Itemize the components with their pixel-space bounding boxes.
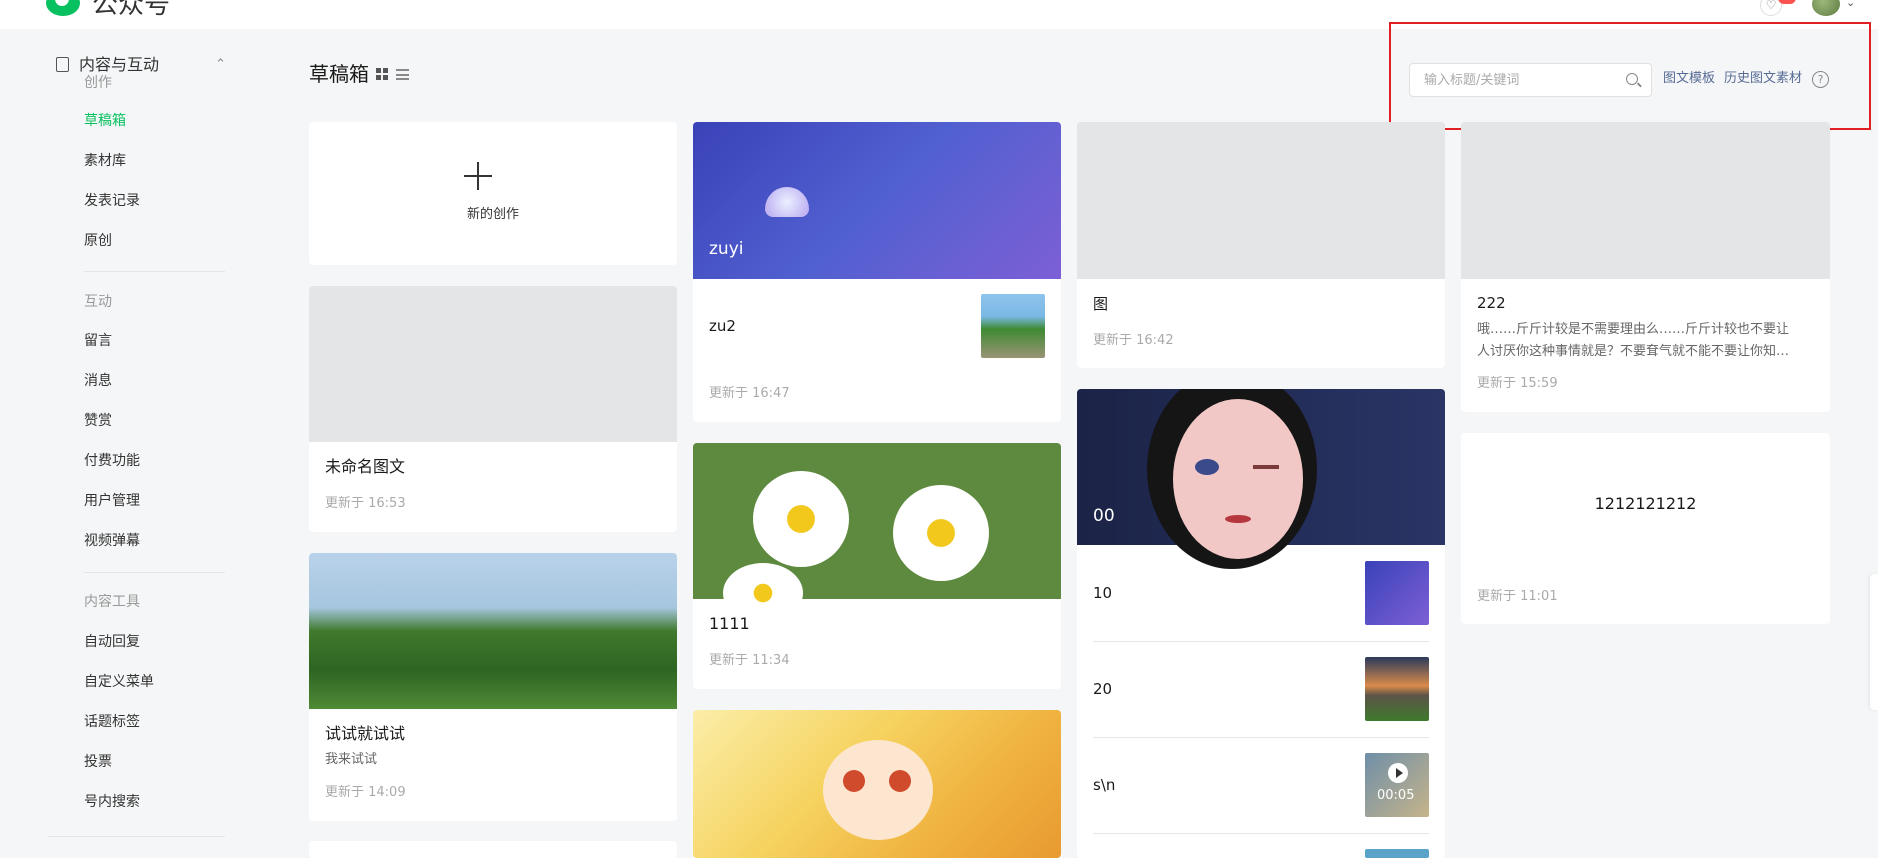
- draft-summary: 人讨厌你这种事情就是？不要耷气就不能不要让你知…: [1477, 344, 1790, 359]
- sidebar-item-publish-records[interactable]: 发表记录: [84, 191, 140, 211]
- cover-title: 00: [1093, 506, 1115, 526]
- article-thumbnail: [1365, 561, 1429, 625]
- sidebar-section-create: 创作: [84, 75, 112, 91]
- draft-summary: 哦……斤斤计较是不需要理由么……斤斤计较也不要让: [1477, 322, 1790, 337]
- new-creation-label: 新的创作: [466, 207, 519, 222]
- draft-title: 1111: [709, 614, 750, 633]
- draft-card[interactable]: [693, 710, 1061, 858]
- app-name: 公众号: [92, 0, 171, 20]
- cover-title: zuyi: [709, 239, 744, 259]
- draft-card[interactable]: 1111 更新于 11:34: [693, 443, 1061, 689]
- sidebar-item-vote[interactable]: 投票: [84, 752, 112, 772]
- draft-title: 1212121212: [1594, 494, 1697, 513]
- article-thumbnail: [1365, 849, 1429, 858]
- draft-update-time: 更新于 11:01: [1477, 589, 1558, 604]
- sidebar-item-topic-tags[interactable]: 话题标签: [84, 712, 140, 732]
- draft-update-time: 更新于 16:42: [1093, 333, 1174, 348]
- sidebar-section-content-tools: 内容工具: [84, 594, 140, 610]
- draft-title: 图: [1093, 295, 1109, 313]
- notification-badge: [1778, 0, 1796, 4]
- sidebar-item-paid-features[interactable]: 付费功能: [84, 451, 140, 471]
- bell-icon[interactable]: ♡: [1760, 0, 1782, 16]
- row-divider: [1093, 833, 1429, 834]
- sidebar-item-video-danmaku[interactable]: 视频弹幕: [84, 531, 140, 551]
- sidebar-item-appreciation[interactable]: 赞赏: [84, 411, 112, 431]
- plus-icon: [477, 162, 479, 190]
- draft-update-time: 更新于 14:09: [325, 785, 406, 800]
- draft-title: 试试就试试: [325, 724, 406, 743]
- cover-placeholder: [1077, 122, 1445, 279]
- sidebar-item-original[interactable]: 原创: [84, 231, 112, 251]
- list-view-icon[interactable]: [396, 69, 409, 80]
- draft-card[interactable]: 试试就试试 我来试试 更新于 14:09: [309, 553, 677, 821]
- draft-summary: 我来试试: [325, 752, 378, 767]
- row-divider: [1093, 641, 1429, 642]
- video-duration: 00:05: [1377, 788, 1415, 803]
- article-title: s\n: [1093, 776, 1116, 794]
- article-title: 10: [1093, 584, 1113, 602]
- chevron-up-icon[interactable]: ⌃: [215, 51, 226, 79]
- sidebar-group-label: 内容与互动: [79, 55, 160, 74]
- draft-card[interactable]: 图 更新于 16:42: [1077, 122, 1445, 368]
- help-icon[interactable]: ?: [1812, 71, 1829, 88]
- sidebar-item-auto-reply[interactable]: 自动回复: [84, 632, 140, 652]
- sidebar-group-content-interaction[interactable]: 内容与互动 ⌃: [56, 51, 226, 79]
- sidebar-item-drafts[interactable]: 草稿箱: [84, 111, 126, 131]
- cover-image: [693, 710, 1061, 858]
- document-icon: [56, 57, 69, 72]
- draft-card[interactable]: 1212121212 更新于 11:01: [1461, 433, 1830, 624]
- draft-card[interactable]: 00 10 20 s\n 00:05: [1077, 389, 1445, 858]
- search-box[interactable]: [1409, 63, 1652, 97]
- cover-placeholder: [309, 286, 677, 442]
- avatar[interactable]: [1812, 0, 1840, 16]
- sidebar-item-materials[interactable]: 素材库: [84, 151, 126, 171]
- template-link[interactable]: 图文模板: [1663, 70, 1715, 88]
- article-title: zu2: [709, 317, 736, 335]
- cover-image: [693, 443, 1061, 623]
- draft-card[interactable]: [309, 841, 677, 858]
- draft-update-time: 更新于 16:47: [709, 386, 790, 401]
- draft-update-time: 更新于 11:34: [709, 653, 790, 668]
- history-materials-link[interactable]: 历史图文素材: [1724, 70, 1802, 88]
- draft-update-time: 更新于 16:53: [325, 496, 406, 511]
- sidebar-item-user-management[interactable]: 用户管理: [84, 491, 140, 511]
- cover-placeholder: [1461, 122, 1830, 279]
- video-thumbnail: 00:05: [1365, 753, 1429, 817]
- sidebar-section-interaction: 互动: [84, 294, 112, 310]
- new-creation-card[interactable]: 新的创作: [309, 122, 677, 265]
- chevron-down-icon[interactable]: ⌄: [1846, 0, 1855, 9]
- cover-image: [693, 122, 1061, 279]
- logo-icon: [46, 0, 80, 16]
- page-title: 草稿箱: [309, 62, 369, 86]
- draft-title: 未命名图文: [325, 457, 406, 476]
- search-icon[interactable]: [1626, 73, 1638, 85]
- search-input[interactable]: [1424, 64, 1619, 96]
- draft-update-time: 更新于 15:59: [1477, 376, 1558, 391]
- grid-view-icon[interactable]: [376, 68, 388, 80]
- sidebar-item-custom-menu[interactable]: 自定义菜单: [84, 672, 154, 692]
- article-thumbnail: [981, 294, 1045, 358]
- sidebar-item-comments[interactable]: 留言: [84, 331, 112, 351]
- sidebar-divider: [48, 836, 225, 837]
- cover-image: [1077, 389, 1445, 569]
- article-title: 20: [1093, 680, 1113, 698]
- row-divider: [1093, 737, 1429, 738]
- cover-image: [309, 553, 677, 709]
- sidebar-divider: [84, 271, 225, 272]
- sidebar-divider: [84, 572, 225, 573]
- draft-title: 222: [1477, 294, 1506, 312]
- draft-card[interactable]: 222 哦……斤斤计较是不需要理由么……斤斤计较也不要让 人讨厌你这种事情就是？…: [1461, 122, 1830, 412]
- sidebar-item-in-account-search[interactable]: 号内搜索: [84, 792, 140, 812]
- play-icon: [1388, 763, 1408, 783]
- sidebar-item-messages[interactable]: 消息: [84, 371, 112, 391]
- article-thumbnail: [1365, 657, 1429, 721]
- draft-card[interactable]: 未命名图文 更新于 16:53: [309, 286, 677, 532]
- side-float-tab[interactable]: [1870, 574, 1878, 710]
- draft-card[interactable]: zuyi zu2 更新于 16:47: [693, 122, 1061, 422]
